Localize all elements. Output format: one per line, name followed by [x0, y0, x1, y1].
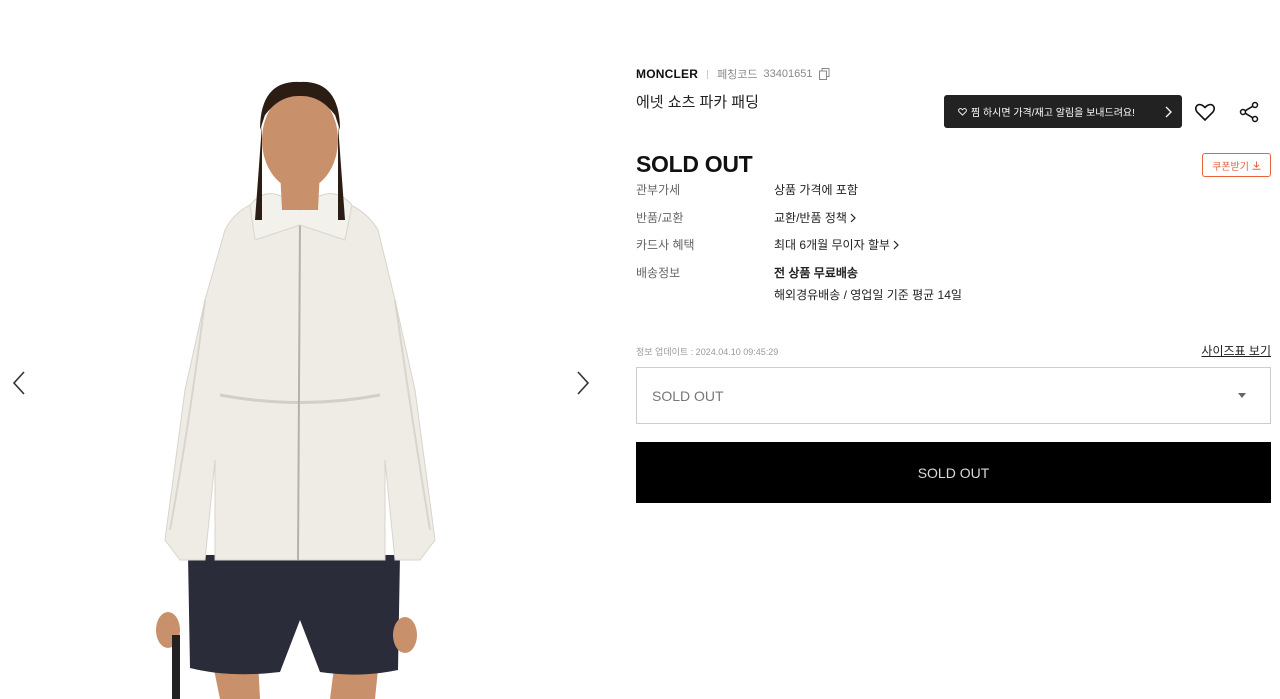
heart-icon [1194, 103, 1216, 122]
chevron-right-icon [1165, 106, 1172, 117]
code-value: 33401651 [763, 68, 813, 80]
chevron-left-icon [12, 371, 25, 395]
update-timestamp: 정보 업데이트 : 2024.04.10 09:45:29 [636, 347, 779, 357]
product-image [156, 81, 436, 699]
spec-label: 카드사 혜택 [636, 238, 695, 252]
shipping-detail: 해외경유배송 / 영업일 기준 평균 14일 [774, 288, 962, 302]
spec-row-duty: 관부가세 상품 가격에 포함 [636, 181, 858, 198]
spec-label: 배송정보 [636, 266, 681, 280]
brand-row: MONCLER 페칭코드 33401651 [636, 66, 831, 82]
share-button[interactable] [1237, 100, 1261, 124]
return-policy-link[interactable]: 교환/반품 정책 [774, 209, 856, 226]
size-chart-link[interactable]: 사이즈표 보기 [1201, 342, 1271, 359]
chevron-right-icon [893, 240, 899, 249]
spec-value: 전 상품 무료배송 [774, 266, 858, 280]
brand-name[interactable]: MONCLER [636, 67, 698, 81]
stock-status-title: SOLD OUT [636, 151, 753, 177]
code-label: 페칭코드 [717, 69, 758, 81]
chevron-right-icon [850, 213, 856, 222]
spec-row-return: 반품/교환 교환/반품 정책 [636, 209, 856, 226]
share-icon [1239, 101, 1259, 123]
gallery-next-button[interactable] [568, 368, 598, 398]
heart-small-icon [958, 107, 967, 116]
option-select[interactable]: SOLD OUT [636, 367, 1271, 424]
wishlist-button[interactable] [1193, 100, 1217, 124]
product-info: MONCLER 페칭코드 33401651 에넷 쇼츠 파카 패딩 찜 하시면 … [636, 0, 1272, 699]
copy-icon[interactable] [818, 68, 831, 80]
product-gallery [0, 0, 600, 699]
card-benefit-link[interactable]: 최대 6개월 무이자 할부 [774, 236, 899, 253]
spec-label: 관부가세 [636, 183, 681, 197]
spec-row-card: 카드사 혜택 최대 6개월 무이자 할부 [636, 236, 899, 253]
caret-down-icon [1238, 393, 1246, 398]
option-select-value: SOLD OUT [652, 387, 724, 404]
download-icon [1252, 161, 1261, 170]
wishlist-alert-banner[interactable]: 찜 하시면 가격/재고 알림을 보내드려요! [944, 95, 1182, 128]
gallery-prev-button[interactable] [4, 368, 34, 398]
spec-label: 반품/교환 [636, 211, 684, 225]
product-name: 에넷 쇼츠 파카 패딩 [636, 94, 759, 111]
alert-text: 찜 하시면 가격/재고 알림을 보내드려요! [971, 108, 1135, 119]
spec-row-shipping: 배송정보 전 상품 무료배송 [636, 264, 858, 281]
coupon-button[interactable]: 쿠폰받기 [1202, 153, 1271, 177]
buy-button[interactable]: SOLD OUT [636, 442, 1271, 503]
coupon-label: 쿠폰받기 [1212, 161, 1249, 173]
divider [707, 69, 709, 79]
spec-value: 상품 가격에 포함 [774, 183, 858, 197]
chevron-right-icon [577, 371, 590, 395]
